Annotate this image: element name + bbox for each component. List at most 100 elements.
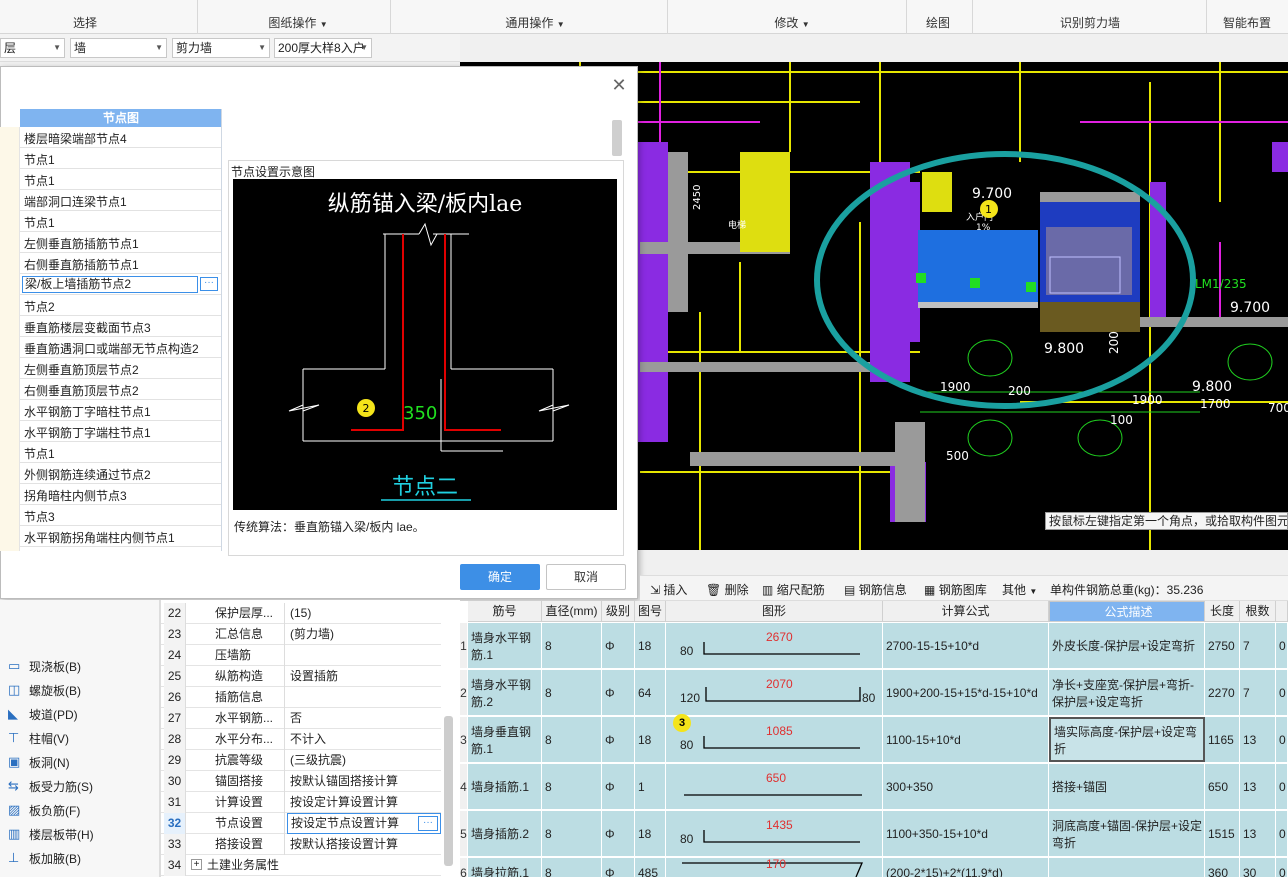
- tree-item[interactable]: ⊤ 柱帽(V): [8, 728, 69, 748]
- cell-extra[interactable]: 0: [1276, 717, 1288, 762]
- cell-cnt[interactable]: 13: [1240, 717, 1276, 762]
- ribbon-group-common-ops[interactable]: 通用操作 ▼: [495, 14, 575, 31]
- node-list-item[interactable]: 左侧垂直筋插筋节点1: [0, 232, 221, 253]
- cell-grade[interactable]: Φ: [602, 717, 635, 762]
- property-value[interactable]: 设置插筋: [287, 666, 441, 687]
- property-value[interactable]: 按默认锚固搭接计算: [287, 771, 441, 792]
- cell-len[interactable]: 360: [1205, 858, 1240, 877]
- property-row[interactable]: 34 土建业务属性 +: [161, 855, 441, 876]
- property-row[interactable]: 25 纵筋构造 设置插筋: [161, 666, 441, 687]
- cell-cnt[interactable]: 13: [1240, 811, 1276, 856]
- cell-desc[interactable]: 洞底高度+锚固-保护层+设定弯折: [1049, 811, 1205, 856]
- tree-item[interactable]: ⇆ 板受力筋(S): [8, 776, 93, 796]
- table-row[interactable]: 1 墙身水平钢筋.1 8 Φ 18 80 2670 2700-15-15+10*d 外皮长度-保…: [460, 623, 1288, 669]
- ok-button[interactable]: 确定: [460, 564, 540, 590]
- cell-fig[interactable]: 18: [635, 717, 666, 762]
- cell-name[interactable]: 墙身插筋.2: [468, 811, 542, 856]
- tree-item[interactable]: ◣ 坡道(PD): [8, 704, 78, 724]
- column-header[interactable]: 级别: [602, 601, 635, 622]
- tree-item[interactable]: ⊥ 板加腋(B): [8, 848, 81, 868]
- floor-select[interactable]: 层 ▼: [0, 38, 65, 58]
- node-list-item[interactable]: 节点2: [0, 295, 221, 316]
- property-value[interactable]: [287, 687, 441, 708]
- node-list-item[interactable]: 梁/板上墙插筋节点2 ···: [0, 274, 221, 295]
- cell-d[interactable]: 8: [542, 717, 602, 762]
- cell-fig[interactable]: 64: [635, 670, 666, 715]
- node-list-item[interactable]: 水平钢筋拐角端柱内侧节点1: [0, 526, 221, 547]
- cell-extra[interactable]: 0: [1276, 764, 1288, 809]
- scale-rebar-button[interactable]: ▥ 缩尺配筋: [762, 581, 825, 598]
- cell-name[interactable]: 墙身垂直钢筋.1: [468, 717, 542, 762]
- property-row[interactable]: 33 搭接设置 按默认搭接设置计算: [161, 834, 441, 855]
- property-value[interactable]: [287, 855, 441, 876]
- property-scrollbar[interactable]: [444, 716, 453, 866]
- table-row[interactable]: 4 墙身插筋.1 8 Φ 1 650 300+350 搭接+锚固 650 13 0: [460, 764, 1288, 810]
- node-list-item[interactable]: 节点1: [0, 547, 221, 551]
- cell-len[interactable]: 1515: [1205, 811, 1240, 856]
- column-header[interactable]: 公式描述: [1049, 601, 1205, 622]
- table-row[interactable]: 6 墙身拉筋.1 8 Φ 485 170 (200-2*15)+2*(11.9*d) 360 3…: [460, 857, 1288, 877]
- cell-extra[interactable]: 0: [1276, 623, 1288, 668]
- cell-len[interactable]: 2750: [1205, 623, 1240, 668]
- property-row[interactable]: 28 水平分布... 不计入: [161, 729, 441, 750]
- table-row[interactable]: 5 墙身插筋.2 8 Φ 18 80 1435 1100+350-15+10*d 洞底高度+锚固…: [460, 811, 1288, 857]
- rebar-info-button[interactable]: ▤ 钢筋信息: [844, 581, 907, 598]
- tree-item[interactable]: ▣ 板洞(N): [8, 752, 70, 772]
- cell-formula[interactable]: (200-2*15)+2*(11.9*d): [883, 858, 1049, 877]
- property-value[interactable]: (三级抗震): [287, 750, 441, 771]
- property-row[interactable]: 30 锚固搭接 按默认锚固搭接计算: [161, 771, 441, 792]
- cell-fig[interactable]: 485: [635, 858, 666, 877]
- shape-cell[interactable]: 650: [666, 764, 883, 809]
- cell-desc[interactable]: 搭接+锚固: [1049, 764, 1205, 809]
- cell-len[interactable]: 2270: [1205, 670, 1240, 715]
- delete-button[interactable]: 🗑 删除: [706, 581, 749, 598]
- component-select[interactable]: 200厚大样8入户 ▼: [274, 38, 372, 58]
- property-value[interactable]: 不计入: [287, 729, 441, 750]
- node-list-item[interactable]: 右侧垂直筋插筋节点1: [0, 253, 221, 274]
- cell-len[interactable]: 1165: [1205, 717, 1240, 762]
- cell-fig[interactable]: 1: [635, 764, 666, 809]
- cancel-button[interactable]: 取消: [546, 564, 626, 590]
- cell-grade[interactable]: Φ: [602, 670, 635, 715]
- cell-cnt[interactable]: 7: [1240, 670, 1276, 715]
- insert-button[interactable]: ⇲ 插入: [650, 581, 687, 598]
- node-list-item[interactable]: 左侧垂直筋顶层节点2: [0, 358, 221, 379]
- shape-cell[interactable]: 170: [666, 857, 883, 877]
- ribbon-group-modify[interactable]: 修改 ▼: [762, 14, 822, 31]
- property-value[interactable]: (15): [287, 603, 441, 624]
- node-list-item[interactable]: 端部洞口连梁节点1: [0, 190, 221, 211]
- cell-name[interactable]: 墙身插筋.1: [468, 764, 542, 809]
- cell-d[interactable]: 8: [542, 670, 602, 715]
- cell-d[interactable]: 8: [542, 858, 602, 877]
- cell-len[interactable]: 650: [1205, 764, 1240, 809]
- node-list-item[interactable]: 节点1: [0, 148, 221, 169]
- property-row[interactable]: 24 压墙筋: [161, 645, 441, 666]
- tree-item[interactable]: ▥ 楼层板带(H): [8, 824, 94, 844]
- node-list-item[interactable]: 水平钢筋丁字端柱节点1: [0, 421, 221, 442]
- rebar-library-button[interactable]: ▦ 钢筋图库: [924, 581, 987, 598]
- column-header[interactable]: 直径(mm): [542, 601, 602, 622]
- other-dropdown[interactable]: 其他 ▼: [1002, 581, 1037, 598]
- cell-name[interactable]: 墙身水平钢筋.1: [468, 623, 542, 668]
- column-header[interactable]: 筋号: [468, 601, 542, 622]
- column-header[interactable]: 图号: [635, 601, 666, 622]
- property-row[interactable]: 26 插筋信息: [161, 687, 441, 708]
- column-header[interactable]: 长度: [1205, 601, 1240, 622]
- ribbon-group-drawing-ops[interactable]: 图纸操作 ▼: [258, 14, 338, 31]
- type-select[interactable]: 剪力墙 ▼: [172, 38, 270, 58]
- cell-formula[interactable]: 1100+350-15+10*d: [883, 811, 1049, 856]
- column-header[interactable]: 图形: [666, 601, 883, 622]
- node-list-item[interactable]: 外侧钢筋连续通过节点2: [0, 463, 221, 484]
- cell-grade[interactable]: Φ: [602, 858, 635, 877]
- ellipsis-button[interactable]: ···: [418, 816, 438, 831]
- node-list-item[interactable]: 垂直筋楼层变截面节点3: [0, 316, 221, 337]
- cell-d[interactable]: 8: [542, 811, 602, 856]
- scrollbar-thumb[interactable]: [612, 120, 622, 156]
- cell-cnt[interactable]: 7: [1240, 623, 1276, 668]
- cell-name[interactable]: 墙身水平钢筋.2: [468, 670, 542, 715]
- cell-grade[interactable]: Φ: [602, 623, 635, 668]
- table-row[interactable]: 2 墙身水平钢筋.2 8 Φ 64 120 2070 80 1900+200-15+15*d-1…: [460, 670, 1288, 716]
- cell-extra[interactable]: 0: [1276, 858, 1288, 877]
- expand-icon[interactable]: +: [191, 859, 202, 870]
- node-list-item[interactable]: 节点1: [0, 442, 221, 463]
